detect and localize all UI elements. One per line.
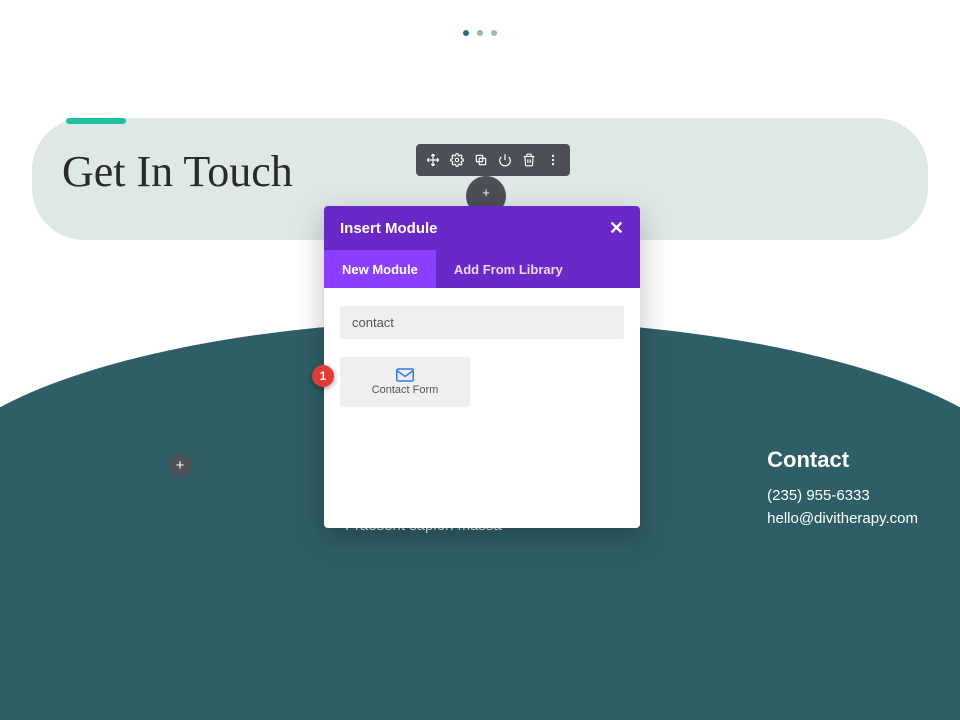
close-icon[interactable]: ✕: [609, 219, 624, 237]
mail-icon: [396, 368, 414, 382]
pager-dot[interactable]: [477, 30, 483, 36]
contact-email: hello@divitherapy.com: [767, 510, 918, 527]
power-icon[interactable]: [494, 149, 516, 171]
move-icon[interactable]: [422, 149, 444, 171]
modal-header: Insert Module ✕: [324, 206, 640, 250]
modal-tabs: New Module Add From Library: [324, 250, 640, 288]
module-label: Contact Form: [372, 384, 439, 396]
add-section-button[interactable]: +: [168, 453, 192, 477]
contact-heading: Contact: [767, 447, 918, 473]
module-toolbar: [416, 144, 570, 176]
module-search-input[interactable]: [340, 306, 624, 339]
plus-icon: +: [482, 185, 490, 200]
duplicate-icon[interactable]: [470, 149, 492, 171]
carousel-pager[interactable]: [463, 30, 497, 36]
gear-icon[interactable]: [446, 149, 468, 171]
plus-icon: +: [176, 458, 185, 473]
module-results: Contact Form: [340, 357, 624, 407]
trash-icon[interactable]: [518, 149, 540, 171]
more-icon[interactable]: [542, 149, 564, 171]
modal-title: Insert Module: [340, 220, 438, 237]
contact-phone: (235) 955-6333: [767, 487, 918, 504]
annotation-badge: 1: [312, 365, 334, 387]
pager-dot[interactable]: [491, 30, 497, 36]
modal-body: Contact Form: [324, 288, 640, 528]
tab-add-from-library[interactable]: Add From Library: [436, 250, 581, 288]
insert-module-modal: Insert Module ✕ New Module Add From Libr…: [324, 206, 640, 528]
module-contact-form[interactable]: Contact Form: [340, 357, 470, 407]
tab-new-module[interactable]: New Module: [324, 250, 436, 288]
contact-block: Contact (235) 955-6333 hello@divitherapy…: [767, 447, 918, 533]
pager-dot[interactable]: [463, 30, 469, 36]
